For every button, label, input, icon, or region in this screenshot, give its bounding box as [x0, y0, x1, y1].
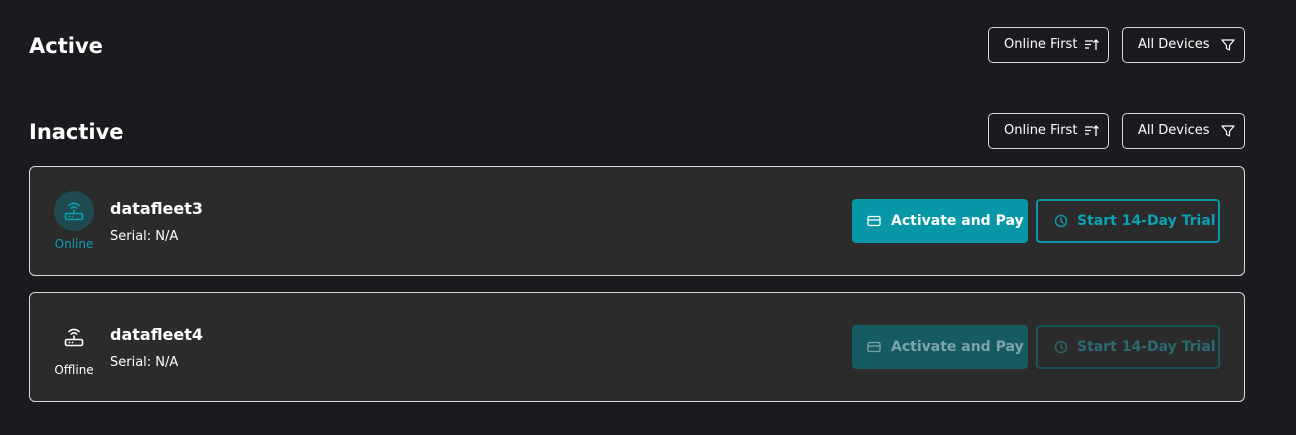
start-trial-button[interactable]: Start 14-Day Trial: [1036, 325, 1220, 369]
filter-funnel-icon: [1221, 39, 1235, 51]
credit-card-icon: [867, 341, 881, 353]
device-serial: Serial: N/A: [110, 355, 179, 370]
active-section-header: Active Online First All Devices: [29, 27, 1245, 65]
device-name: datafleet4: [110, 325, 204, 344]
sort-label: Online First: [1004, 123, 1078, 138]
activate-label: Activate and Pay: [891, 213, 1024, 229]
activate-and-pay-button[interactable]: Activate and Pay: [852, 199, 1028, 243]
active-sort-button[interactable]: Online First: [988, 27, 1109, 63]
start-trial-button[interactable]: Start 14-Day Trial: [1036, 199, 1220, 243]
device-status-label: Online: [54, 237, 94, 251]
device-status-indicator: [54, 191, 94, 231]
sort-ascending-icon: [1085, 125, 1099, 136]
filter-label: All Devices: [1138, 37, 1210, 52]
credit-card-icon: [867, 215, 881, 227]
clock-icon: [1054, 214, 1068, 228]
trial-label: Start 14-Day Trial: [1077, 339, 1216, 355]
device-status-label: Offline: [54, 363, 94, 377]
filter-funnel-icon: [1221, 125, 1235, 137]
inactive-section-title: Inactive: [29, 120, 124, 144]
router-wifi-icon: [64, 328, 84, 347]
active-section-title: Active: [29, 34, 103, 58]
device-card: Online datafleet3 Serial: N/A Activate a…: [29, 166, 1245, 276]
device-status-indicator: [54, 317, 94, 357]
clock-icon: [1054, 340, 1068, 354]
trial-label: Start 14-Day Trial: [1077, 213, 1216, 229]
inactive-section-header: Inactive Online First All Devices: [29, 113, 1245, 151]
inactive-sort-button[interactable]: Online First: [988, 113, 1109, 149]
activate-and-pay-button[interactable]: Activate and Pay: [852, 325, 1028, 369]
filter-label: All Devices: [1138, 123, 1210, 138]
sort-ascending-icon: [1085, 39, 1099, 50]
device-serial: Serial: N/A: [110, 229, 179, 244]
inactive-filter-button[interactable]: All Devices: [1122, 113, 1245, 149]
sort-label: Online First: [1004, 37, 1078, 52]
device-name: datafleet3: [110, 199, 204, 218]
device-card: Offline datafleet4 Serial: N/A Activate …: [29, 292, 1245, 402]
device-list-page: Active Online First All Devices Inactive…: [0, 0, 1296, 435]
router-wifi-icon: [64, 202, 84, 221]
activate-label: Activate and Pay: [891, 339, 1024, 355]
active-filter-button[interactable]: All Devices: [1122, 27, 1245, 63]
